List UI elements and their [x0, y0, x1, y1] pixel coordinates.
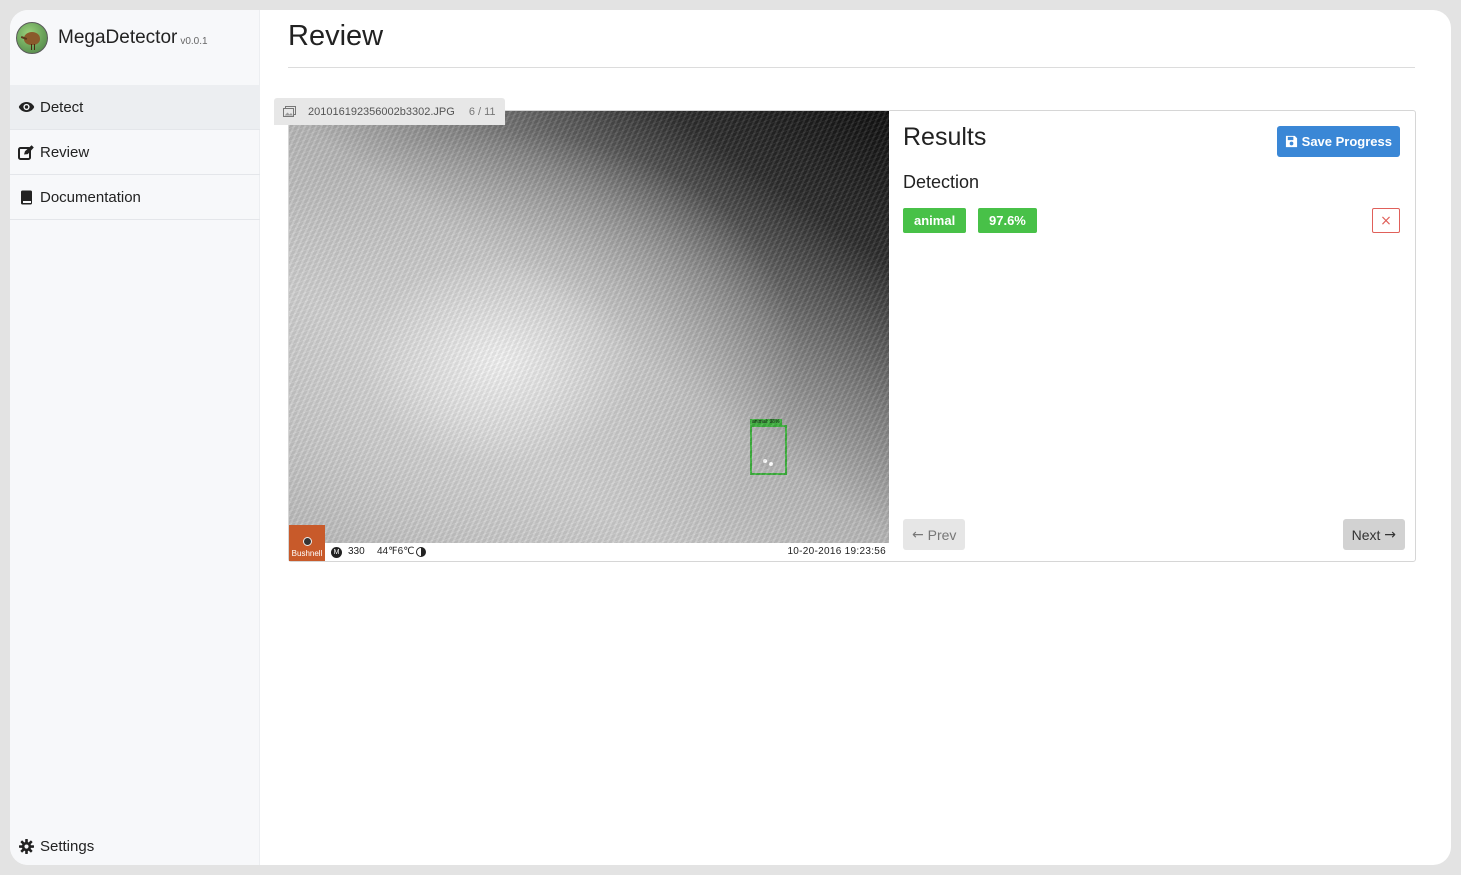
camera-info-strip: Bushnell M 330 44℉6℃ 10-20-2016 19:23:56 — [289, 525, 889, 561]
file-name: 201016192356002b3302.JPG — [308, 105, 455, 118]
camera-trap-image: animal: 98% — [289, 111, 889, 543]
sidebar-item-label: Documentation — [40, 188, 141, 206]
review-card: animal: 98% Bushnell M 330 44℉6℃ 10-20-2… — [288, 110, 1416, 562]
next-label: Next — [1351, 526, 1381, 543]
next-button[interactable]: Next → — [1342, 519, 1405, 550]
sidebar: MegaDetector v0.0.1 Detect Review Docume… — [10, 10, 260, 865]
images-icon — [283, 106, 296, 117]
settings-label: Settings — [40, 837, 95, 855]
kiwi-logo-icon — [16, 22, 48, 54]
animal-silhouette — [758, 437, 780, 469]
app-window: MegaDetector v0.0.1 Detect Review Docume… — [10, 10, 1451, 865]
prev-label: Prev — [927, 526, 957, 543]
gear-icon — [17, 837, 35, 855]
page-title: Review — [288, 20, 384, 52]
bounding-box-label: animal: 98% — [750, 419, 782, 426]
results-panel: Results Save Progress Detection animal 9… — [903, 111, 1405, 561]
book-icon — [17, 188, 35, 206]
sidebar-item-label: Detect — [40, 98, 84, 116]
save-progress-label: Save Progress — [1301, 134, 1392, 149]
camera-brand-logo: Bushnell — [289, 525, 325, 561]
app-name: MegaDetector — [58, 27, 178, 48]
detection-label-tag: animal — [903, 208, 967, 233]
sidebar-item-settings[interactable]: Settings — [17, 837, 94, 855]
detection-bounding-box[interactable]: animal: 98% — [750, 419, 787, 475]
arrow-right-icon: → — [1384, 526, 1396, 543]
camera-temperature: 44℉6℃ — [377, 546, 415, 557]
app-version: v0.0.1 — [180, 35, 208, 47]
sidebar-nav: Detect Review Documentation — [10, 85, 260, 220]
image-counter: 6 / 11 — [468, 105, 496, 118]
sidebar-item-label: Review — [40, 143, 90, 161]
floppy-disk-icon — [1285, 135, 1297, 148]
file-tab[interactable]: 201016192356002b3302.JPG 6 / 11 — [274, 98, 505, 125]
detection-heading: Detection — [903, 172, 980, 192]
title-divider — [288, 67, 1415, 68]
remove-detection-button[interactable]: × — [1372, 208, 1400, 233]
save-progress-button[interactable]: Save Progress — [1276, 126, 1400, 157]
eye-icon — [17, 98, 35, 116]
detection-confidence-tag: 97.6% — [978, 208, 1037, 233]
results-title: Results — [903, 123, 987, 151]
moon-phase-icon — [416, 547, 426, 557]
sidebar-item-detect[interactable]: Detect — [10, 85, 260, 130]
brand: MegaDetector v0.0.1 — [16, 22, 208, 54]
camera-mode-badge: M — [331, 547, 342, 558]
prev-button[interactable]: ← Prev — [903, 519, 966, 550]
edit-icon — [17, 143, 35, 161]
main-content: Review animal: 98% Bushnell M 330 44℉6℃ … — [274, 10, 1416, 865]
sidebar-item-review[interactable]: Review — [10, 130, 260, 175]
image-viewer: animal: 98% Bushnell M 330 44℉6℃ 10-20-2… — [289, 111, 889, 561]
camera-number: 330 — [348, 546, 365, 557]
camera-brand: Bushnell — [291, 549, 323, 558]
camera-datetime: 10-20-2016 19:23:56 — [787, 546, 886, 557]
arrow-left-icon: ← — [912, 526, 924, 543]
sidebar-item-documentation[interactable]: Documentation — [10, 175, 260, 220]
